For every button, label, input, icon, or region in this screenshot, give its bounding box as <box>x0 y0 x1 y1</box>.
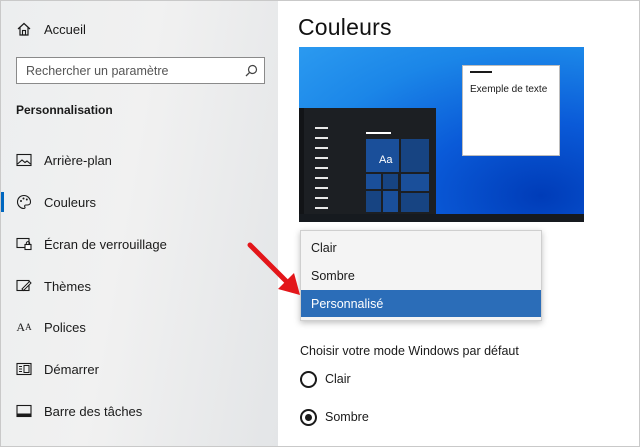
preview-start-rail <box>299 108 304 214</box>
preview-start-line <box>315 167 328 169</box>
preview-start-line <box>315 127 328 129</box>
sidebar-item-label: Couleurs <box>44 194 97 210</box>
sidebar-item-themes[interactable]: Thèmes <box>1 271 278 301</box>
sidebar-item-taskbar[interactable]: Barre des tâches <box>1 396 278 426</box>
preview-window-titlebar <box>470 71 492 73</box>
theme-preview: Aa Exemple de texte <box>299 47 584 222</box>
sidebar-item-label: Polices <box>44 319 86 335</box>
dropdown-option-label: Clair <box>311 241 337 255</box>
sidebar-item-label: Thèmes <box>44 278 91 294</box>
radio-label-light: Clair <box>325 372 351 386</box>
sidebar-item-label: Arrière-plan <box>44 152 112 168</box>
sidebar-item-colors[interactable]: Couleurs <box>1 187 278 217</box>
preview-tile <box>401 193 429 212</box>
preview-tile <box>383 191 398 212</box>
sidebar-item-label: Écran de verrouillage <box>44 236 167 252</box>
preview-start-line <box>315 147 328 149</box>
dropdown-option-dark[interactable]: Sombre <box>301 262 541 289</box>
fonts-icon: AA <box>16 319 32 334</box>
dropdown-option-label: Personnalisé <box>311 297 384 311</box>
sidebar-item-fonts[interactable]: AA Polices <box>1 312 278 342</box>
dropdown-option-light[interactable]: Clair <box>301 234 541 261</box>
preview-start-line <box>315 187 328 189</box>
preview-tile <box>366 174 381 189</box>
start-icon <box>15 360 33 378</box>
search-input[interactable]: Rechercher un paramètre <box>16 57 265 84</box>
radio-selected-dot <box>305 414 312 421</box>
palette-icon <box>15 193 33 211</box>
preview-start-line <box>315 157 328 159</box>
lock-screen-icon <box>15 235 33 253</box>
home-icon <box>15 20 33 38</box>
preview-start-line <box>315 177 328 179</box>
radio-windows-dark[interactable] <box>300 409 317 426</box>
annotation-arrow-icon <box>247 242 300 295</box>
radio-label-dark: Sombre <box>325 410 369 424</box>
preview-window: Exemple de texte <box>462 65 560 156</box>
preview-tile <box>401 174 429 191</box>
sidebar-item-label: Démarrer <box>44 361 99 377</box>
preview-start-header <box>366 132 391 134</box>
preview-start-line <box>315 137 328 139</box>
dropdown-option-label: Sombre <box>311 269 355 283</box>
section-title: Personnalisation <box>16 103 113 117</box>
settings-sidebar: Accueil Rechercher un paramètre Personna… <box>1 1 278 446</box>
sidebar-item-lock-screen[interactable]: Écran de verrouillage <box>1 229 278 259</box>
dropdown-option-custom[interactable]: Personnalisé <box>301 290 541 317</box>
preview-start-line <box>315 207 328 209</box>
picture-icon <box>15 151 33 169</box>
preview-tile <box>401 139 429 172</box>
sidebar-item-background[interactable]: Arrière-plan <box>1 145 278 175</box>
preview-tile <box>366 191 381 212</box>
sidebar-item-label: Accueil <box>44 21 86 37</box>
preview-tile <box>383 174 398 189</box>
search-placeholder: Rechercher un paramètre <box>26 64 169 78</box>
preview-start-line <box>315 197 328 199</box>
sidebar-item-label: Barre des tâches <box>44 403 143 419</box>
themes-icon <box>15 277 33 295</box>
taskbar-icon <box>15 402 33 420</box>
color-mode-dropdown[interactable]: Clair Sombre Personnalisé <box>300 230 542 321</box>
sidebar-item-home[interactable]: Accueil <box>1 14 278 44</box>
preview-sample-text: Exemple de texte <box>470 84 548 95</box>
sidebar-item-start[interactable]: Démarrer <box>1 354 278 384</box>
preview-taskbar <box>299 214 584 222</box>
search-icon[interactable] <box>243 63 259 79</box>
radio-windows-light[interactable] <box>300 371 317 388</box>
page-title: Couleurs <box>298 14 392 40</box>
windows-mode-heading: Choisir votre mode Windows par défaut <box>300 344 519 358</box>
preview-tile-label: Aa <box>379 154 393 166</box>
